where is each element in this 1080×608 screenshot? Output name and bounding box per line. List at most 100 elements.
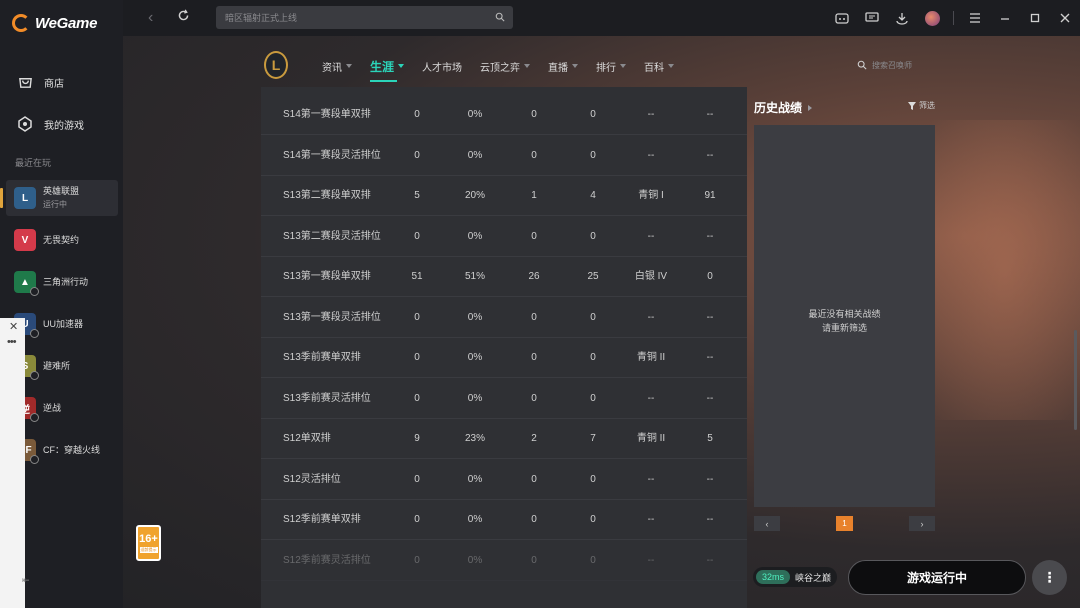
tab-news[interactable]: 资讯 xyxy=(313,56,361,76)
table-cell: 0 xyxy=(414,352,420,363)
wegame-window: WeGame 商店 我的游戏 最近在玩 L 英雄联盟 运行中 V 无畏契约 ▲ … xyxy=(0,0,1080,608)
table-cell: 0 xyxy=(590,554,596,566)
search-placeholder: 暗区辐射正式上线 xyxy=(225,13,298,23)
download-icon[interactable] xyxy=(887,0,917,36)
table-cell: 0% xyxy=(467,230,483,242)
recent-game-delta-force[interactable]: ▲ 三角洲行动 xyxy=(6,264,118,300)
ping-value: 32ms xyxy=(756,570,791,584)
table-cell: 0% xyxy=(467,109,483,120)
more-options-button[interactable]: ⋮ xyxy=(1032,560,1067,595)
table-cell: -- xyxy=(647,473,655,485)
prev-page-button[interactable]: ‹ xyxy=(754,516,780,531)
chevron-down-icon xyxy=(572,64,579,68)
search-icon[interactable] xyxy=(495,12,505,22)
download-badge-icon xyxy=(30,329,39,338)
table-cell: S13第一赛段灵活排位 xyxy=(283,311,381,323)
table-cell: 0 xyxy=(414,554,420,566)
next-page-button[interactable]: › xyxy=(909,516,935,531)
table-cell: -- xyxy=(647,392,655,404)
sidebar-item-label: 商店 xyxy=(44,78,64,90)
table-row: S13第一赛段灵活排位 0 0% 0 0 -- -- xyxy=(261,298,747,338)
filter-icon xyxy=(908,101,916,110)
collapse-arrow-icon[interactable]: ⇤ xyxy=(22,575,30,586)
chevron-down-icon xyxy=(398,64,405,68)
chevron-down-icon xyxy=(524,64,531,68)
sidebar-item-store[interactable]: 商店 xyxy=(0,67,123,97)
close-window-icon[interactable] xyxy=(1050,0,1080,36)
table-cell: -- xyxy=(706,554,714,566)
table-cell: -- xyxy=(706,311,714,323)
tab-talent-market[interactable]: 人才市场 xyxy=(413,56,471,76)
back-icon[interactable]: ‹ xyxy=(148,9,153,27)
game-running-button[interactable]: 游戏运行中 xyxy=(848,560,1026,595)
table-row: S14第一赛段单双排 0 0% 0 0 -- -- xyxy=(261,95,747,135)
table-cell: S13第一赛段单双排 xyxy=(283,271,371,282)
more-dots-icon[interactable]: ••• xyxy=(7,336,17,348)
menu-icon[interactable] xyxy=(960,0,990,36)
table-row: S13季前赛灵活排位 0 0% 0 0 -- -- xyxy=(261,379,747,419)
chevron-down-icon xyxy=(620,64,627,68)
delta-force-game-icon: ▲ xyxy=(14,271,39,296)
table-row: S12季前赛单双排 0 0% 0 0 -- -- xyxy=(261,500,747,540)
empty-message-line: 最近没有相关战绩 xyxy=(808,309,881,319)
tab-wiki[interactable]: 百科 xyxy=(635,56,683,76)
game-status: 运行中 xyxy=(43,200,67,209)
maximize-icon[interactable] xyxy=(1020,0,1050,36)
table-cell: 2 xyxy=(531,433,537,444)
sidebar-item-my-games[interactable]: 我的游戏 xyxy=(0,109,123,139)
table-cell: 0 xyxy=(707,271,713,282)
table-cell: 0 xyxy=(590,149,596,161)
chevron-down-icon xyxy=(346,64,352,68)
close-icon[interactable]: ✕ xyxy=(9,320,18,333)
chevron-right-icon xyxy=(808,104,813,111)
server-status[interactable]: 32ms 峡谷之巅 xyxy=(753,567,838,587)
table-cell: 0% xyxy=(467,514,483,525)
table-cell: S13季前赛灵活排位 xyxy=(283,392,371,404)
game-name: 无畏契约 xyxy=(43,234,80,245)
server-name: 峡谷之巅 xyxy=(795,572,832,583)
refresh-icon[interactable] xyxy=(177,9,190,25)
scrollbar[interactable] xyxy=(1074,330,1077,430)
gamepad-icon[interactable] xyxy=(827,0,857,36)
table-cell: -- xyxy=(706,352,714,363)
table-cell: 0 xyxy=(531,109,537,120)
tab-career[interactable]: 生涯 xyxy=(361,56,413,82)
global-search-input[interactable]: 暗区辐射正式上线 xyxy=(216,6,513,29)
age-rating-label: 16+ xyxy=(139,533,158,545)
recent-game-lol[interactable]: L 英雄联盟 运行中 xyxy=(0,180,118,216)
message-icon[interactable] xyxy=(857,0,887,36)
table-cell: 0 xyxy=(414,311,420,323)
filter-button[interactable]: 筛选 xyxy=(908,100,935,111)
table-cell: 青铜 I xyxy=(638,190,664,201)
summoner-search-input[interactable]: 搜索召唤师 xyxy=(857,57,937,73)
page-number-button[interactable]: 1 xyxy=(836,516,853,531)
age-rating-badge: 16+ 适龄提示 xyxy=(136,525,161,561)
table-cell: 9 xyxy=(414,433,420,444)
history-title[interactable]: 历史战绩 xyxy=(754,99,813,116)
minimize-icon[interactable] xyxy=(990,0,1020,36)
tab-ranking[interactable]: 排行 xyxy=(587,56,635,76)
table-cell: 0 xyxy=(590,473,596,485)
table-cell: 0 xyxy=(590,109,596,120)
search-icon xyxy=(857,60,867,70)
table-cell: S12灵活排位 xyxy=(283,473,341,485)
table-row: S14第一赛段灵活排位 0 0% 0 0 -- -- xyxy=(261,136,747,176)
app-logo[interactable]: WeGame xyxy=(12,14,97,32)
table-cell: -- xyxy=(647,311,655,323)
table-row: S12单双排 9 23% 2 7 青铜 II 5 xyxy=(261,419,747,459)
table-row: S13第一赛段单双排 51 51% 26 25 白银 IV 0 xyxy=(261,257,747,297)
game-name: 英雄联盟 xyxy=(43,186,80,196)
table-cell: 51 xyxy=(411,271,423,282)
empty-message-line: 请重新筛选 xyxy=(821,323,867,333)
user-avatar[interactable] xyxy=(917,0,947,36)
table-cell: 青铜 II xyxy=(636,433,666,444)
table-cell: S14第一赛段灵活排位 xyxy=(283,149,381,161)
download-badge-icon xyxy=(30,455,39,464)
history-list: 最近没有相关战绩 请重新筛选 xyxy=(754,125,935,507)
tab-live[interactable]: 直播 xyxy=(539,56,587,76)
table-cell: 0% xyxy=(467,149,483,161)
lol-logo-icon[interactable]: L xyxy=(264,51,288,79)
table-cell: -- xyxy=(706,392,714,404)
tab-tft[interactable]: 云顶之弈 xyxy=(471,56,539,76)
recent-game-valorant[interactable]: V 无畏契约 xyxy=(6,222,118,258)
